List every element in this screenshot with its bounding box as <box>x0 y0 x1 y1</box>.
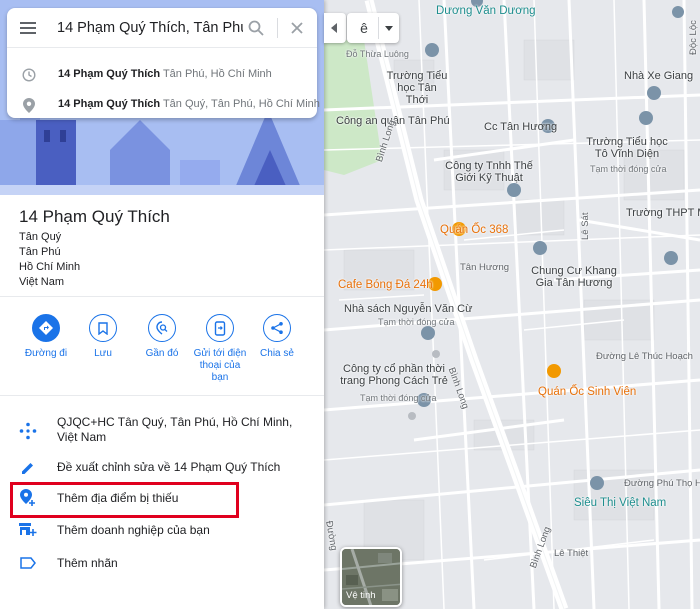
suggest-edit-row[interactable]: Đề xuất chỉnh sửa về 14 Phạm Quý Thích <box>0 458 324 478</box>
add-business-text: Thêm doanh nghiệp của bạn <box>57 523 210 537</box>
search-input[interactable]: 14 Phạm Quý Thích, Tân Phú, Hồ C <box>57 18 243 38</box>
map-label-truong-tan-thoi[interactable]: Trường Tiểu học Tân Thới <box>386 70 448 106</box>
chevron-left-icon <box>331 23 337 33</box>
map-label-chung-cu[interactable]: Chung Cư Khang Gia Tân Hương <box>529 265 619 289</box>
map-street-doc-loc: Độc Lộc <box>688 20 699 55</box>
map-label-nguyen-van-cu-status: Tạm thời đóng cửa <box>378 317 455 327</box>
map-label-sieu-thi[interactable]: Siêu Thị Việt Nam <box>574 497 666 509</box>
suggestion-subtitle: Tân Phú, Hồ Chí Minh <box>162 68 272 80</box>
directions-button[interactable]: Đường đi <box>16 314 76 360</box>
satellite-toggle[interactable]: Vệ tinh <box>340 547 402 607</box>
suggestion-subtitle: Tân Quý, Tân Phú, Hồ Chí Minh <box>162 98 320 110</box>
map-label-phong-cach-tre-status: Tạm thời đóng cửa <box>360 393 437 403</box>
poi-pin-quan-oc-sinh-vien <box>547 364 561 378</box>
history-clock-icon <box>21 67 37 83</box>
map-street-le-thuc-hoach: Đường Lê Thúc Hoạch <box>596 351 693 362</box>
nearby-button[interactable]: Gần đó <box>132 314 192 360</box>
nearby-search-icon <box>148 314 176 342</box>
poi-pin-truong-tan-thoi <box>425 43 439 57</box>
divider <box>0 296 324 297</box>
plus-code-row[interactable]: QJQC+HC Tân Quý, Tân Phú, Hồ Chí Minh, V… <box>0 414 324 448</box>
add-label-text: Thêm nhãn <box>57 556 118 570</box>
suggestion-title: 14 Phạm Quý Thích <box>58 98 161 110</box>
map-label-cafe-bong-da[interactable]: Cafe Bóng Đá 24h <box>338 279 433 291</box>
poi-pin-nha-sach <box>421 326 435 340</box>
add-label-row[interactable]: Thêm nhãn <box>0 553 324 573</box>
share-icon <box>263 314 291 342</box>
address-line: Tân Quý <box>19 231 62 243</box>
map-label-duong-van-duong[interactable]: Dương Văn Dương <box>436 5 536 17</box>
poi-pin-chung-cu <box>533 241 547 255</box>
map-street-le-sat: Lê Sát <box>580 212 591 240</box>
poi-pin-ky-thuat <box>507 183 521 197</box>
share-label: Chia sẻ <box>260 348 294 359</box>
map-label-phong-cach-tre[interactable]: Công ty cổ phần thời trang Phong Cách Tr… <box>334 363 454 387</box>
map-label-thpt[interactable]: Trường THPT M <box>626 207 700 219</box>
save-label: Lưu <box>94 348 112 359</box>
highlight-annotation-box <box>10 482 239 518</box>
address-line: Tân Phú <box>19 246 61 258</box>
directions-label: Đường đi <box>24 348 68 359</box>
map-label-to-vinh-dien-status: Tạm thời đóng cửa <box>590 164 667 174</box>
suggest-edit-text: Đề xuất chỉnh sửa về 14 Phạm Quý Thích <box>57 460 281 474</box>
search-row: 14 Phạm Quý Thích, Tân Phú, Hồ C <box>7 8 317 48</box>
save-button[interactable]: Lưu <box>73 314 133 360</box>
input-tools-button[interactable]: ê <box>347 13 399 43</box>
suggestion-title: 14 Phạm Quý Thích <box>58 68 161 80</box>
send-to-phone-icon <box>206 314 234 342</box>
caret-down-icon <box>385 25 393 31</box>
send-to-phone-button[interactable]: Gửi tới điện thoại của bạn <box>190 314 250 384</box>
poi-pin-sieu-thi <box>590 476 604 490</box>
suggestion-item[interactable]: 14 Phạm Quý Thích Tân Quý, Tân Phú, Hồ C… <box>7 90 320 120</box>
clear-search-button[interactable] <box>286 17 308 39</box>
map-label-quan-oc-368[interactable]: Quán Ốc 368 <box>440 224 508 236</box>
menu-button[interactable] <box>17 17 39 39</box>
map-label-to-vinh-dien[interactable]: Trường Tiểu học Tô Vĩnh Diện <box>582 136 672 160</box>
satellite-label: Vệ tinh <box>346 590 376 601</box>
map-street-tan-huong: Tân Hương <box>460 262 510 273</box>
add-business-row[interactable]: Thêm doanh nghiệp của bạn <box>0 520 324 540</box>
bookmark-icon <box>89 314 117 342</box>
edit-pencil-icon <box>18 458 38 478</box>
share-button[interactable]: Chia sẻ <box>247 314 307 360</box>
directions-icon <box>32 314 60 342</box>
collapse-panel-button[interactable] <box>324 13 346 43</box>
map-canvas[interactable]: Dương Văn Dương Đỗ Thừa Luông Trường Tiể… <box>324 0 700 609</box>
place-panel: 14 Phạm Quý Thích, Tân Phú, Hồ C 14 Phạm… <box>0 0 324 609</box>
map-label-nha-xe[interactable]: Nhà Xe Giang <box>624 70 693 82</box>
address-line: Hồ Chí Minh <box>19 261 81 273</box>
search-card: 14 Phạm Quý Thích, Tân Phú, Hồ C 14 Phạm… <box>7 8 320 120</box>
map-street-phu-tho-hoa: Đường Phú Thọ Hòa <box>624 478 700 489</box>
plus-code-text: QJQC+HC Tân Quý, Tân Phú, Hồ Chí Minh, V… <box>57 415 293 444</box>
map-street-le-thiet: Lê Thiệt <box>554 548 589 559</box>
place-title: 14 Phạm Quý Thích <box>19 207 170 226</box>
map-label-do-thua-luong: Đỗ Thừa Luông <box>346 49 409 59</box>
map-label-quan-oc-sinh-vien[interactable]: Quán Ốc Sinh Viên <box>538 386 636 398</box>
map-label-nguyen-van-cu[interactable]: Nhà sách Nguyễn Văn Cừ <box>344 303 472 315</box>
hamburger-menu-icon <box>20 22 36 34</box>
label-tag-icon <box>18 553 38 573</box>
divider <box>0 395 324 396</box>
add-business-icon <box>18 520 38 540</box>
poi-pin-to-vinh-dien <box>639 111 653 125</box>
nearby-label: Gần đó <box>145 348 179 359</box>
address-line: Việt Nam <box>19 276 65 288</box>
poi-pin-nha-xe <box>647 86 661 100</box>
search-icon <box>248 20 264 36</box>
map-pin-icon <box>21 97 37 113</box>
map-label-cong-ty-ky-thuat[interactable]: Công ty Tnhh Thế Giới Kỹ Thuật <box>444 160 534 184</box>
plus-code-icon <box>18 421 38 441</box>
close-icon <box>291 22 303 34</box>
send-to-phone-label: Gửi tới điện thoại của bạn <box>193 348 247 383</box>
map-label-cc-tan-huong[interactable]: Cc Tân Hương <box>484 121 557 133</box>
search-button[interactable] <box>245 17 267 39</box>
input-language-glyph: ê <box>360 20 368 36</box>
suggestion-item[interactable]: 14 Phạm Quý Thích Tân Phú, Hồ Chí Minh <box>7 60 317 90</box>
